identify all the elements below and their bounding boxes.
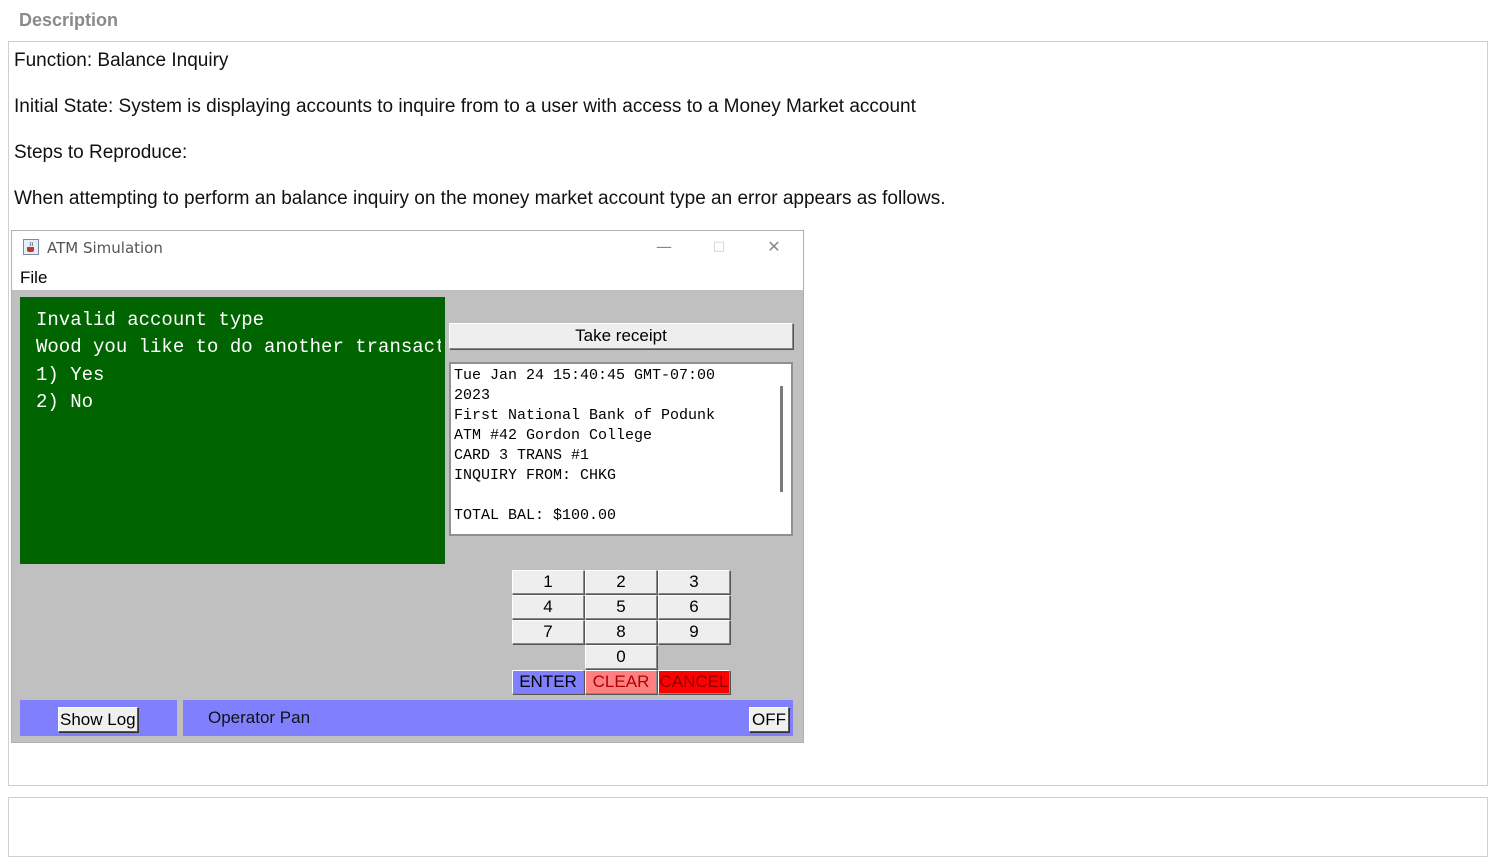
title-bar[interactable]: ATM Simulation — □ ✕ [12, 231, 803, 263]
clear-button[interactable]: CLEAR [585, 670, 657, 694]
receipt-line: Tue Jan 24 15:40:45 GMT-07:00 [454, 367, 716, 384]
show-log-button[interactable]: Show Log [58, 707, 138, 732]
receipt-line: TOTAL BAL: $100.00 [454, 507, 617, 524]
receipt-scrollbar[interactable] [780, 386, 783, 492]
off-button[interactable]: OFF [749, 707, 789, 732]
cancel-button[interactable]: CANCEL [658, 670, 730, 694]
receipt-line: First National Bank of Podunk [454, 407, 716, 424]
maximize-button[interactable]: □ [702, 235, 736, 259]
window-title: ATM Simulation [47, 239, 163, 257]
key-0[interactable]: 0 [585, 645, 657, 669]
close-button[interactable]: ✕ [757, 235, 791, 259]
java-cup-icon [23, 239, 39, 255]
menu-bar: File [12, 263, 803, 290]
receipt-line: ATM #42 Gordon College [454, 427, 653, 444]
display-line: 2) No [36, 391, 94, 413]
panel-divider [177, 700, 183, 736]
steps-label: Steps to Reproduce: [14, 142, 188, 163]
operator-panel-label: Operator Pan [208, 708, 311, 727]
key-9[interactable]: 9 [658, 620, 730, 644]
key-8[interactable]: 8 [585, 620, 657, 644]
steps-text: When attempting to perform an balance in… [14, 188, 946, 209]
receipt-line: 2023 [454, 387, 491, 404]
key-5[interactable]: 5 [585, 595, 657, 619]
receipt-line: CARD 3 TRANS #1 [454, 447, 590, 464]
section-title: Description [19, 10, 119, 30]
key-7[interactable]: 7 [512, 620, 584, 644]
function-text: Function: Balance Inquiry [14, 50, 229, 71]
take-receipt-button[interactable]: Take receipt [449, 323, 793, 349]
atm-simulation-window: ATM Simulation — □ ✕ File Invalid accoun… [12, 231, 803, 742]
display-line: Invalid account type [36, 309, 265, 331]
minimize-button[interactable]: — [647, 235, 681, 259]
enter-button[interactable]: ENTER [512, 670, 584, 694]
menu-file[interactable]: File [20, 268, 47, 288]
comment-box [8, 797, 1488, 857]
atm-display: Invalid account type Wood you like to do… [20, 297, 445, 564]
initial-state-text: Initial State: System is displaying acco… [14, 96, 916, 117]
key-1[interactable]: 1 [512, 570, 584, 594]
display-line: 1) Yes [36, 364, 105, 386]
key-6[interactable]: 6 [658, 595, 730, 619]
display-line: Wood you like to do another transaction? [36, 336, 441, 358]
key-2[interactable]: 2 [585, 570, 657, 594]
receipt-line: INQUIRY FROM: CHKG [454, 467, 617, 484]
atm-panel: Invalid account type Wood you like to do… [12, 290, 803, 742]
receipt-printout[interactable]: Tue Jan 24 15:40:45 GMT-07:00 2023 First… [449, 362, 793, 536]
key-4[interactable]: 4 [512, 595, 584, 619]
operator-panel: Show Log Operator Pan OFF [20, 700, 793, 736]
key-3[interactable]: 3 [658, 570, 730, 594]
